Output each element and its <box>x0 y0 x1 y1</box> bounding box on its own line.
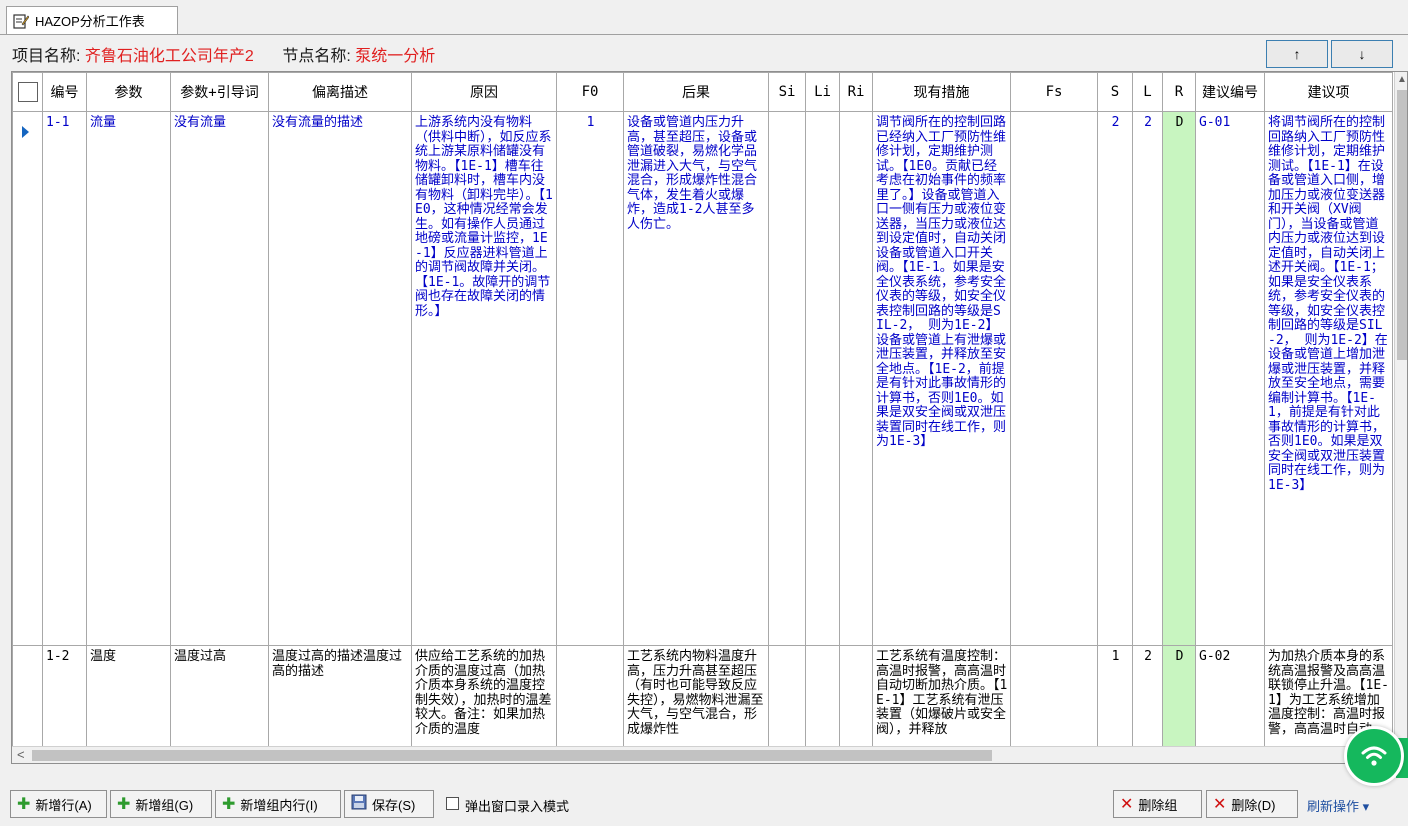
cell-li[interactable] <box>805 111 840 646</box>
col-header-rec[interactable]: 建议项 <box>1264 72 1393 112</box>
node-label: 节点名称: <box>282 48 351 65</box>
col-header-param[interactable]: 参数 <box>86 72 171 112</box>
plus-icon: ✚ <box>117 796 131 813</box>
move-up-button[interactable]: ↑ <box>1266 40 1328 68</box>
col-header-r[interactable]: R <box>1162 72 1196 112</box>
delete-x-icon: ✕ <box>1213 796 1227 813</box>
col-header-si[interactable]: Si <box>768 72 806 112</box>
tab-title: HAZOP分析工作表 <box>35 14 145 29</box>
wifi-icon[interactable] <box>1344 726 1404 786</box>
cell-ri[interactable] <box>839 111 873 646</box>
node-value: 泵统一分析 <box>355 48 436 65</box>
scroll-left-arrow-icon[interactable]: < <box>17 747 25 762</box>
cell-l[interactable]: 2 <box>1132 111 1163 646</box>
col-header-consequence[interactable]: 后果 <box>623 72 769 112</box>
plus-icon: ✚ <box>17 796 31 813</box>
cell-param-guide[interactable]: 没有流量 <box>170 111 269 646</box>
cell-consequence[interactable]: 设备或管道内压力升高，甚至超压，设备或管道破裂，易燃化学品泄漏进入大气，与空气混… <box>623 111 769 646</box>
col-header-l[interactable]: L <box>1132 72 1163 112</box>
col-header-ri[interactable]: Ri <box>839 72 873 112</box>
add-group-row-label: 新增组内行(I) <box>240 797 318 813</box>
vertical-scrollbar[interactable]: ▲ <box>1394 72 1407 763</box>
delete-group-label: 删除组 <box>1138 797 1178 813</box>
cell-rec-id[interactable]: G-01 <box>1195 111 1265 646</box>
col-header-id[interactable]: 编号 <box>42 72 87 112</box>
col-header-s[interactable]: S <box>1097 72 1133 112</box>
save-icon <box>351 794 367 815</box>
tab-hazop-worksheet[interactable]: HAZOP分析工作表 <box>6 6 178 34</box>
arrow-down-icon: ↓ <box>1358 46 1366 62</box>
add-group-label: 新增组(G) <box>135 797 194 813</box>
cell-r[interactable]: D <box>1162 111 1196 646</box>
project-info: 项目名称: 齐鲁石油化工公司年产2 节点名称: 泵统一分析 <box>12 42 435 66</box>
cell-measures[interactable]: 调节阀所在的控制回路已经纳入工厂预防性维修计划，定期维护测试。【1E0。贡献已经… <box>872 111 1011 646</box>
col-header-deviation[interactable]: 偏离描述 <box>268 72 412 112</box>
delete-x-icon: ✕ <box>1120 796 1134 813</box>
col-header-li[interactable]: Li <box>805 72 840 112</box>
cell-fs[interactable] <box>1010 111 1098 646</box>
hazop-table: 编号 参数 参数+引导词 偏离描述 原因 F0 后果 Si Li Ri 现有措施… <box>12 72 1393 763</box>
project-value: 齐鲁石油化工公司年产2 <box>84 48 254 65</box>
cell-param[interactable]: 流量 <box>86 111 171 646</box>
edit-sheet-icon <box>13 13 29 29</box>
arrow-up-icon: ↑ <box>1293 46 1301 62</box>
save-label: 保存(S) <box>372 797 416 813</box>
project-label: 项目名称: <box>12 48 81 65</box>
current-row-arrow-icon <box>22 126 29 138</box>
save-button[interactable]: 保存(S) <box>344 790 434 818</box>
select-all-corner[interactable] <box>12 72 43 112</box>
vertical-scroll-thumb[interactable] <box>1397 90 1407 360</box>
move-down-button[interactable]: ↓ <box>1331 40 1393 68</box>
bottom-toolbar: ✚ 新增行(A) ✚ 新增组(G) ✚ 新增组内行(I) 保存(S) 弹出窗口录入模式… <box>0 790 1408 820</box>
col-header-measures[interactable]: 现有措施 <box>872 72 1011 112</box>
tab-bar: HAZOP分析工作表 <box>0 0 1408 35</box>
plus-icon: ✚ <box>222 796 236 813</box>
hazop-grid[interactable]: 编号 参数 参数+引导词 偏离描述 原因 F0 后果 Si Li Ri 现有措施… <box>11 71 1408 764</box>
table-row[interactable]: 1-1 流量 没有流量 没有流量的描述 上游系统内没有物料（供料中断），如反应系… <box>12 111 1393 646</box>
col-header-f0[interactable]: F0 <box>556 72 624 112</box>
corner-box <box>17 82 38 102</box>
popup-mode-checkbox[interactable] <box>446 797 459 810</box>
info-bar: 项目名称: 齐鲁石油化工公司年产2 节点名称: 泵统一分析 ↑ ↓ <box>0 35 1408 71</box>
cell-f0[interactable]: 1 <box>556 111 624 646</box>
row-selector[interactable] <box>12 111 43 646</box>
add-row-button[interactable]: ✚ 新增行(A) <box>10 790 107 818</box>
cell-cause[interactable]: 上游系统内没有物料（供料中断），如反应系统上游某原料储罐没有物料。【1E-1】槽… <box>411 111 557 646</box>
col-header-fs[interactable]: Fs <box>1010 72 1098 112</box>
delete-group-button[interactable]: ✕ 删除组 <box>1113 790 1202 818</box>
cell-id[interactable]: 1-1 <box>42 111 87 646</box>
delete-label: 删除(D) <box>1231 797 1276 813</box>
col-header-cause[interactable]: 原因 <box>411 72 557 112</box>
delete-button[interactable]: ✕ 删除(D) <box>1206 790 1298 818</box>
refresh-dropdown[interactable]: 刷新操作 ▾ <box>1307 796 1369 815</box>
cell-s[interactable]: 2 <box>1097 111 1133 646</box>
col-header-rec-id[interactable]: 建议编号 <box>1195 72 1265 112</box>
add-row-label: 新增行(A) <box>35 797 92 813</box>
col-header-param-guide[interactable]: 参数+引导词 <box>170 72 269 112</box>
add-group-row-button[interactable]: ✚ 新增组内行(I) <box>215 790 341 818</box>
add-group-button[interactable]: ✚ 新增组(G) <box>110 790 212 818</box>
cell-rec[interactable]: 将调节阀所在的控制回路纳入工厂预防性维修计划，定期维护测试。【1E-1】在设备或… <box>1264 111 1393 646</box>
cell-si[interactable] <box>768 111 806 646</box>
scroll-up-arrow-icon[interactable]: ▲ <box>1397 74 1407 85</box>
header-row: 编号 参数 参数+引导词 偏离描述 原因 F0 后果 Si Li Ri 现有措施… <box>12 72 1393 112</box>
popup-mode-label: 弹出窗口录入模式 <box>465 799 570 814</box>
horizontal-scrollbar[interactable]: < <box>12 746 1394 763</box>
cell-deviation[interactable]: 没有流量的描述 <box>268 111 412 646</box>
horizontal-scroll-thumb[interactable] <box>32 750 992 761</box>
